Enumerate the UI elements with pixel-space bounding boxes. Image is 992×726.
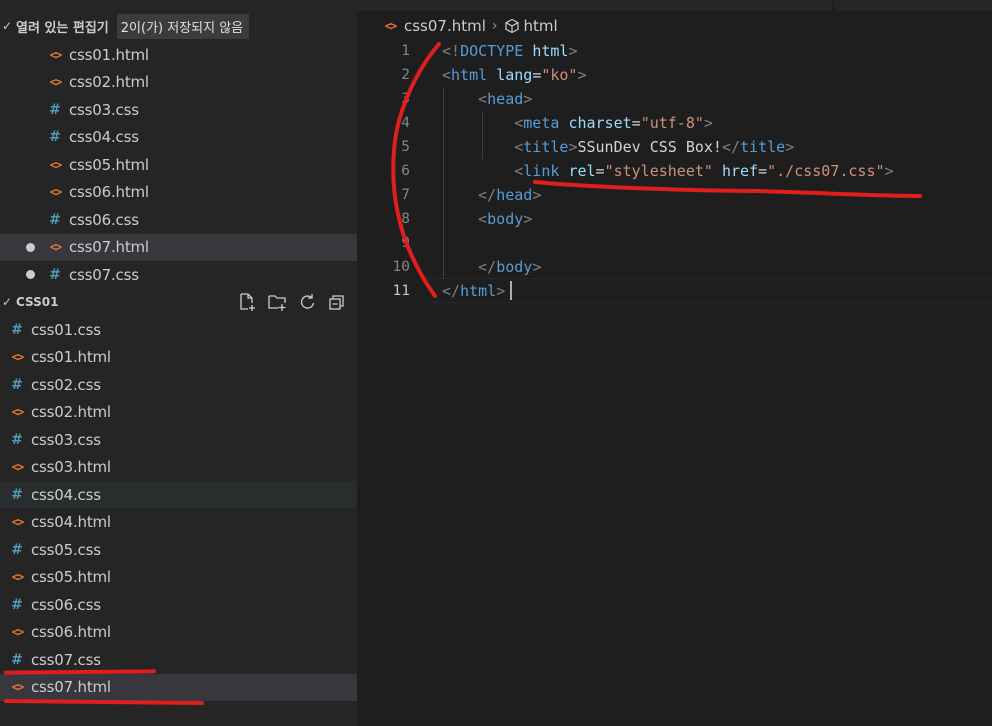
open-editor-item[interactable]: <> css07.html xyxy=(0,233,357,261)
file-label: css04.css xyxy=(31,485,101,504)
explorer-file-item[interactable]: # css03.css xyxy=(0,426,357,453)
explorer-file-item[interactable]: <> css05.html xyxy=(0,564,357,591)
html-file-icon: <> xyxy=(11,680,24,694)
css-file-icon: # xyxy=(49,129,61,145)
css-file-icon: # xyxy=(11,321,23,338)
file-label: css05.html xyxy=(31,568,111,586)
file-label: css02.html xyxy=(31,403,111,421)
annotation-drawing xyxy=(391,42,922,298)
refresh-icon[interactable] xyxy=(297,292,317,312)
file-label: css01.css xyxy=(31,320,101,339)
explorer-file-item[interactable]: # css07.css xyxy=(0,646,357,673)
css-file-icon: # xyxy=(11,651,23,668)
file-label: css07.css xyxy=(69,265,139,284)
file-label: css03.css xyxy=(69,100,139,119)
file-label: css02.html xyxy=(69,73,149,91)
sidebar: ✓ 열려 있는 편집기 2이(가) 저장되지 않음 <> css01.html <>… xyxy=(0,0,357,726)
explorer-file-item[interactable]: # css02.css xyxy=(0,371,357,398)
open-editors-title: 열려 있는 편집기 xyxy=(16,20,109,36)
explorer-folder-header[interactable]: ✓ CSS01 xyxy=(0,288,357,316)
explorer-file-item[interactable]: # css04.css xyxy=(0,481,357,508)
open-editor-item[interactable]: # css06.css xyxy=(0,206,357,233)
html-file-icon: <> xyxy=(49,75,62,89)
unsaved-dot-icon[interactable] xyxy=(26,242,35,252)
open-editor-item[interactable]: <> css05.html xyxy=(0,151,357,178)
file-label: css05.html xyxy=(69,155,149,174)
new-file-icon[interactable] xyxy=(237,292,257,312)
open-editor-item[interactable]: <> css01.html xyxy=(0,41,357,68)
css-file-icon: # xyxy=(49,266,61,283)
file-label: css03.html xyxy=(31,458,111,476)
css-file-icon: # xyxy=(11,376,23,393)
css-file-icon: # xyxy=(11,486,23,503)
explorer-file-item[interactable]: # css06.css xyxy=(0,591,357,618)
annotation-underline xyxy=(3,698,205,706)
open-editor-item[interactable]: # css03.css xyxy=(0,96,357,123)
collapse-all-icon[interactable] xyxy=(327,292,347,312)
explorer-file-item[interactable]: <> css06.html xyxy=(0,619,357,646)
sidebar-top xyxy=(0,0,357,11)
new-folder-icon[interactable] xyxy=(267,292,287,312)
editor[interactable]: <> css07.html › html 1 <!DOCTYPE html> 2 <h… xyxy=(357,0,992,726)
explorer-file-item[interactable]: <> css04.html xyxy=(0,509,357,536)
file-label: css04.html xyxy=(31,513,111,531)
explorer-file-item[interactable]: <> css02.html xyxy=(0,399,357,426)
html-file-icon: <> xyxy=(49,47,62,62)
html-file-icon: <> xyxy=(11,515,24,529)
open-editors-header[interactable]: ✓ 열려 있는 편집기 2이(가) 저장되지 않음 xyxy=(0,12,357,40)
html-file-icon: <> xyxy=(11,625,24,639)
html-file-icon: <> xyxy=(49,240,62,254)
file-label: css06.html xyxy=(31,623,111,641)
explorer-file-item[interactable]: <> css01.html xyxy=(0,344,357,371)
html-file-icon: <> xyxy=(11,570,24,584)
chevron-down-icon[interactable]: ✓ xyxy=(0,19,14,33)
html-file-icon: <> xyxy=(11,460,24,474)
html-file-icon: <> xyxy=(49,157,62,172)
unsaved-dot-icon[interactable] xyxy=(26,270,35,279)
file-label: css06.html xyxy=(69,183,149,201)
open-editor-item[interactable]: <> css02.html xyxy=(0,69,357,96)
explorer-file-item[interactable]: <> css07.html xyxy=(0,673,357,701)
chevron-down-icon[interactable]: ✓ xyxy=(0,295,14,309)
html-file-icon: <> xyxy=(11,350,24,364)
explorer-file-item[interactable]: # css01.css xyxy=(0,316,357,343)
css-file-icon: # xyxy=(11,541,23,558)
folder-title: CSS01 xyxy=(16,295,59,309)
file-label: css03.css xyxy=(31,430,101,449)
css-file-icon: # xyxy=(49,101,61,118)
folder-actions xyxy=(237,292,347,312)
file-label: css05.css xyxy=(31,540,101,559)
html-file-icon: <> xyxy=(11,405,24,419)
css-file-icon: # xyxy=(11,431,23,448)
file-label: css07.css xyxy=(31,650,101,669)
open-editor-item[interactable]: # css07.css xyxy=(0,261,357,288)
unsaved-badge: 2이(가) 저장되지 않음 xyxy=(116,13,250,39)
open-editor-item[interactable]: <> css06.html xyxy=(0,179,357,206)
file-label: css04.css xyxy=(69,128,139,146)
file-label: css07.html xyxy=(69,238,149,256)
file-label: css06.css xyxy=(69,210,139,229)
html-file-icon: <> xyxy=(49,185,62,199)
css-file-icon: # xyxy=(11,596,23,613)
file-label: css01.html xyxy=(31,348,111,366)
css-file-icon: # xyxy=(49,211,61,228)
file-label: css02.css xyxy=(31,375,101,394)
file-label: css06.css xyxy=(31,595,101,614)
explorer-file-item[interactable]: <> css03.html xyxy=(0,454,357,481)
open-editor-item[interactable]: # css04.css xyxy=(0,124,357,151)
file-label: css01.html xyxy=(69,45,149,64)
file-label: css07.html xyxy=(31,678,111,696)
explorer-file-item[interactable]: # css05.css xyxy=(0,536,357,563)
